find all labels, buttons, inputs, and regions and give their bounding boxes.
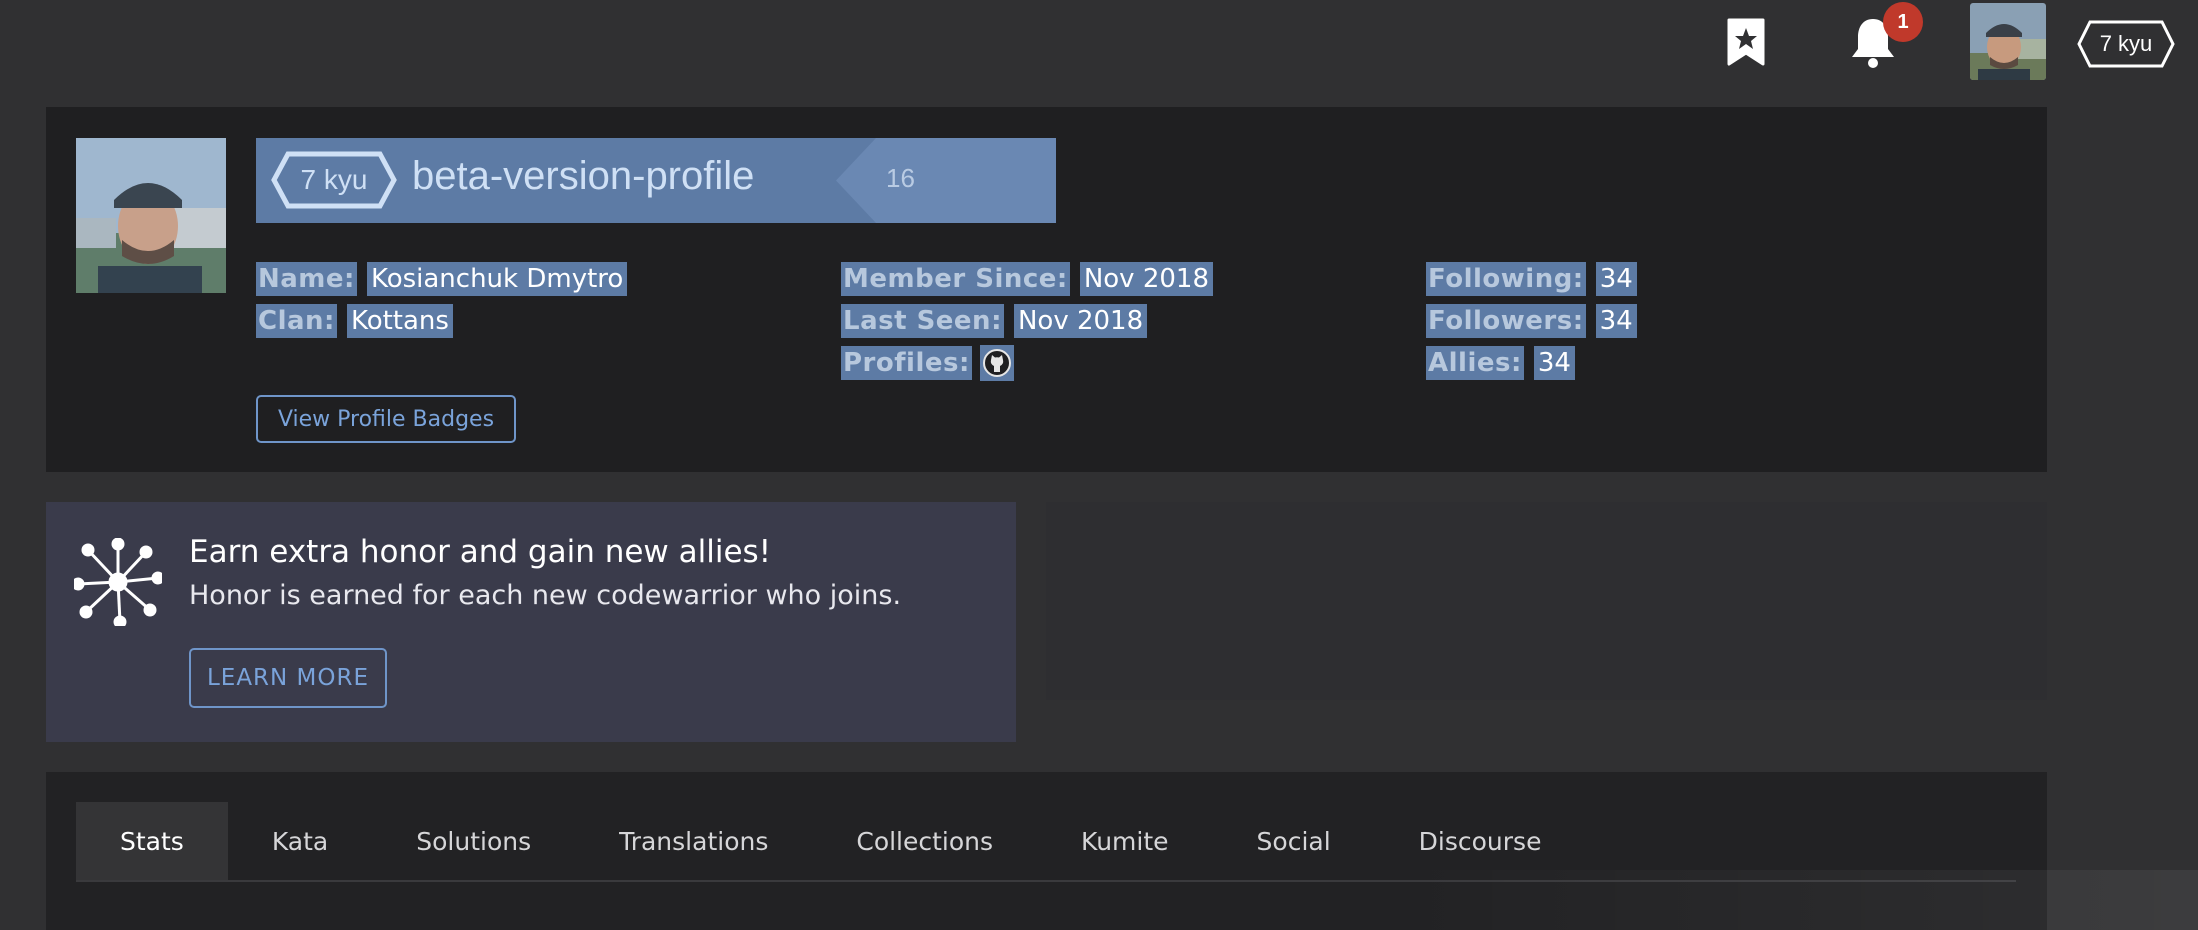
view-profile-badges-button[interactable]: View Profile Badges <box>256 395 516 443</box>
side-panel <box>1046 502 2047 700</box>
followers-label: Followers: <box>1426 304 1586 338</box>
top-bar: 1 7 kyu <box>0 0 2198 86</box>
tab-list: Stats Kata Solutions Translations Collec… <box>76 802 2016 882</box>
profile-rank-badge: 7 kyu <box>270 150 398 210</box>
rank-label: 7 kyu <box>2099 31 2153 56</box>
github-icon[interactable] <box>979 345 1014 381</box>
member-since-label: Member Since: <box>841 262 1070 296</box>
honor-promo-panel: Earn extra honor and gain new allies! Ho… <box>46 502 1016 742</box>
tab-solutions[interactable]: Solutions <box>372 802 575 880</box>
tab-discourse[interactable]: Discourse <box>1375 802 1586 880</box>
clan-label: Clan: <box>256 304 337 338</box>
name-row: Name: Kosianchuk Dmytro <box>256 259 628 299</box>
honor-chevron-shape <box>836 138 1056 223</box>
allies-value: 34 <box>1533 346 1575 380</box>
member-since-value: Nov 2018 <box>1079 262 1213 296</box>
tab-stats[interactable]: Stats <box>76 802 228 880</box>
name-label: Name: <box>256 262 357 296</box>
tab-kumite[interactable]: Kumite <box>1037 802 1212 880</box>
notification-count-badge[interactable]: 1 <box>1883 2 1923 42</box>
name-value: Kosianchuk Dmytro <box>366 262 628 296</box>
profile-rank-label: 7 kyu <box>300 164 368 195</box>
last-seen-row: Last Seen: Nov 2018 <box>841 301 1148 341</box>
following-row: Following: 34 <box>1426 259 1637 299</box>
following-value: 34 <box>1595 262 1637 296</box>
followers-row: Followers: 34 <box>1426 301 1637 341</box>
allies-label: Allies: <box>1426 346 1524 380</box>
profile-title-bar: 7 kyu beta-version-profile 16 <box>256 138 1056 223</box>
tab-collections[interactable]: Collections <box>812 802 1037 880</box>
network-burst-icon <box>71 537 165 629</box>
profile-card: 7 kyu beta-version-profile 16 Name: Kosi… <box>46 107 2047 472</box>
tab-translations[interactable]: Translations <box>575 802 812 880</box>
profile-username: beta-version-profile <box>412 154 755 198</box>
last-seen-value: Nov 2018 <box>1013 304 1148 338</box>
tab-social[interactable]: Social <box>1213 802 1375 880</box>
profiles-row: Profiles: <box>841 343 1014 383</box>
profile-avatar <box>76 138 226 293</box>
clan-value: Kottans <box>346 304 453 338</box>
profile-tabs-panel: Stats Kata Solutions Translations Collec… <box>46 772 2047 930</box>
member-since-row: Member Since: Nov 2018 <box>841 259 1213 299</box>
user-avatar[interactable] <box>1970 3 2046 80</box>
allies-row: Allies: 34 <box>1426 343 1575 383</box>
clan-row: Clan: Kottans <box>256 301 453 341</box>
promo-title: Earn extra honor and gain new allies! <box>189 534 772 570</box>
learn-more-button[interactable]: LEARN MORE <box>189 648 387 708</box>
followers-value: 34 <box>1595 304 1637 338</box>
last-seen-label: Last Seen: <box>841 304 1004 338</box>
promo-subtitle: Honor is earned for each new codewarrior… <box>189 580 902 611</box>
following-label: Following: <box>1426 262 1586 296</box>
profiles-label: Profiles: <box>841 346 972 380</box>
bookmark-star-icon[interactable] <box>1722 14 1770 70</box>
honor-score: 16 <box>886 163 915 193</box>
rank-badge[interactable]: 7 kyu <box>2076 19 2176 69</box>
tab-kata[interactable]: Kata <box>228 802 372 880</box>
